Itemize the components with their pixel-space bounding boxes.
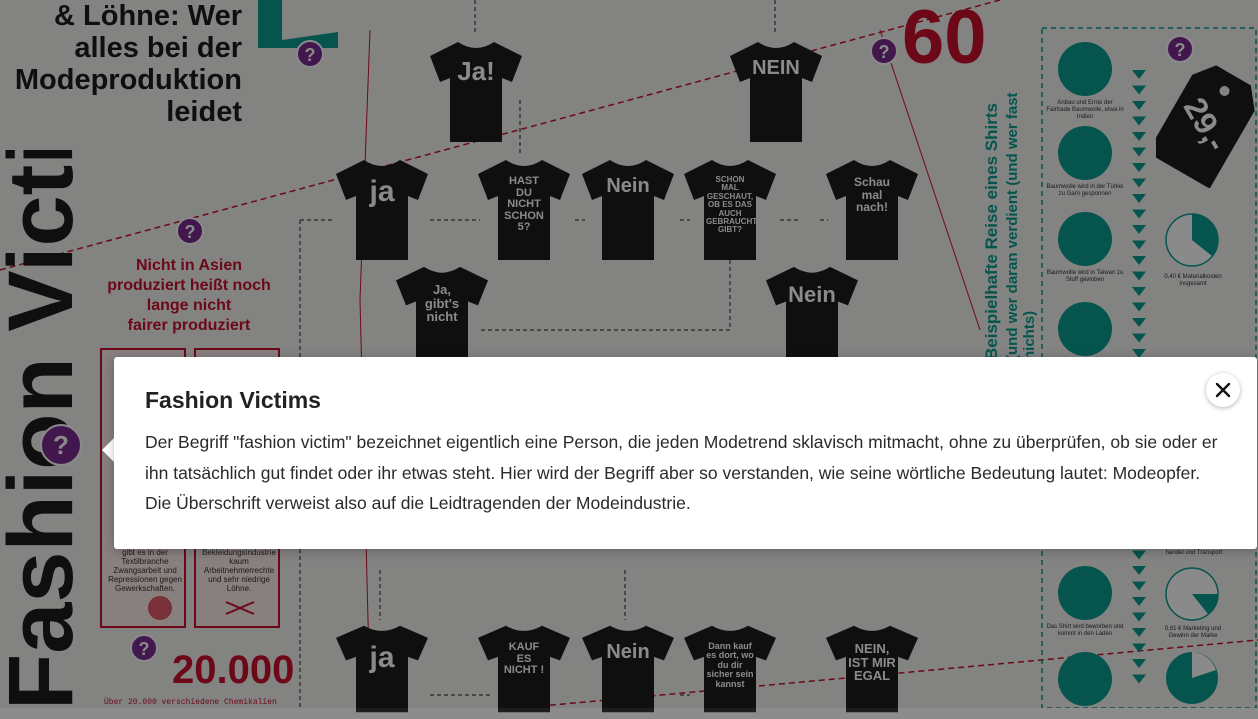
- modal-backdrop[interactable]: [0, 0, 1258, 708]
- close-button[interactable]: [1206, 373, 1240, 407]
- close-icon: [1215, 382, 1231, 398]
- info-popup: Fashion Victims Der Begriff "fashion vic…: [114, 357, 1257, 549]
- popup-body: Der Begriff "fashion victim" bezeichnet …: [145, 432, 1218, 513]
- popup-title: Fashion Victims: [145, 387, 321, 413]
